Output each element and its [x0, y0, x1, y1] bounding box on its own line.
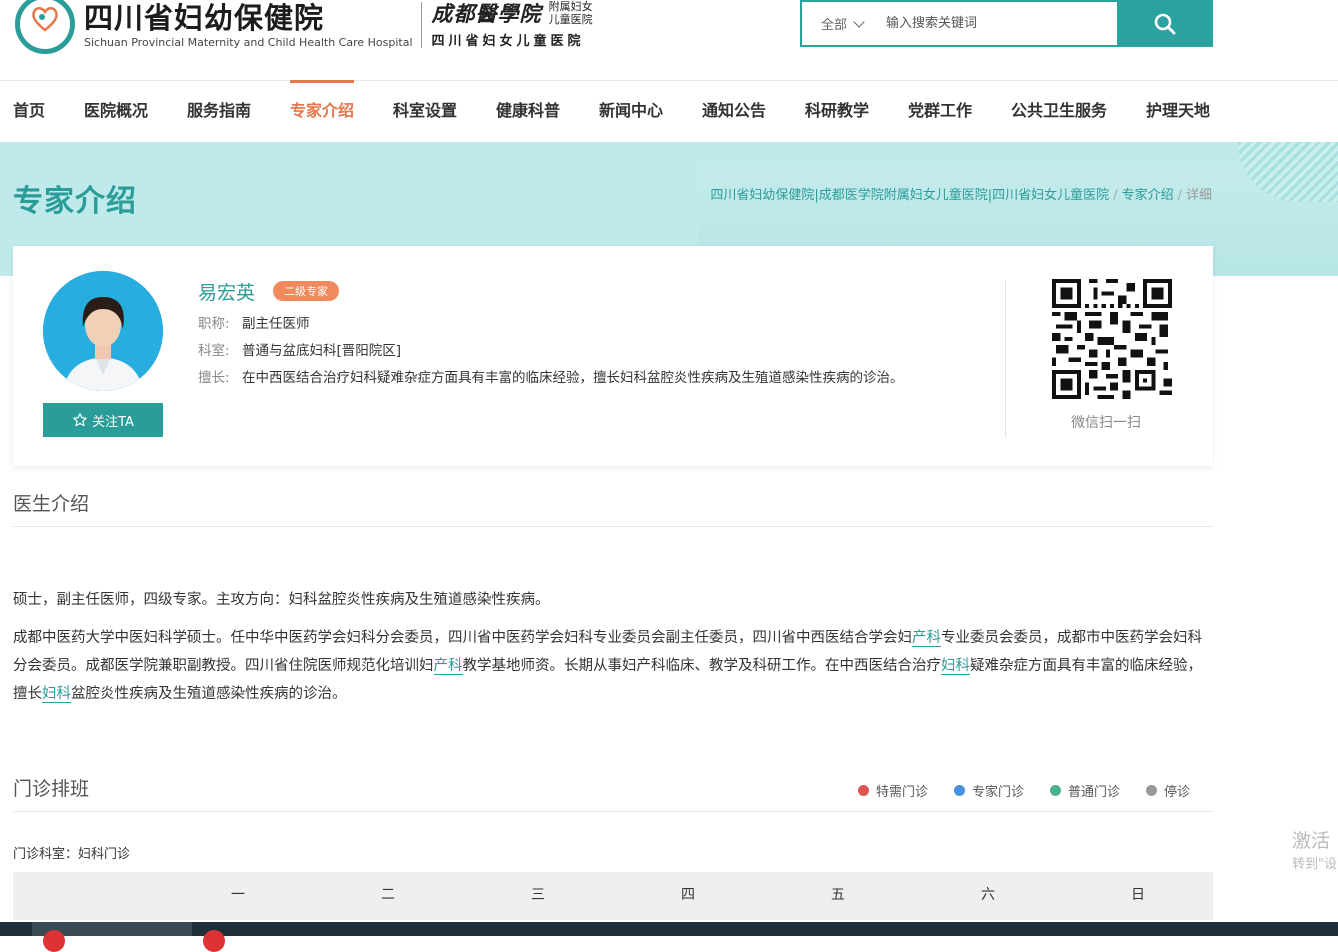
doctor-name: 易宏英 — [198, 282, 256, 304]
legend-label: 专家门诊 — [972, 785, 1025, 800]
doctor-specialty-row: 擅长: 在中西医结合治疗妇科疑难杂症方面具有丰富的临床经验，擅长妇科盆腔炎性疾病… — [198, 365, 954, 392]
follow-button[interactable]: 关注TA — [43, 403, 163, 437]
chevron-down-icon — [853, 15, 865, 28]
specialty-key: 擅长: — [198, 370, 230, 386]
schedule-weekday-header: 一 二 三 四 五 六 日 — [13, 872, 1213, 920]
intro-section-title: 医生介绍 — [13, 493, 90, 515]
schedule-divider — [13, 811, 1213, 812]
doctor-title-row: 职称: 副主任医师 — [198, 312, 954, 337]
legend-item-suspended: 停诊 — [1146, 781, 1190, 800]
intro-divider — [13, 526, 1213, 527]
schedule-dept-label: 门诊科室：妇科门诊 — [13, 847, 131, 862]
intro-text: 成都中医药大学中医妇科学硕士。任中华中医药学会妇科分会委员，四川省中医药学会妇科… — [13, 630, 912, 646]
nav-item-public-health[interactable]: 公共卫生服务 — [1011, 80, 1107, 140]
weekday-sun: 日 — [1131, 887, 1145, 903]
activation-watermark: 激活 — [1292, 830, 1331, 852]
weekday-wed: 三 — [531, 887, 545, 903]
logo-chinese-name: 四川省妇幼保健院 — [84, 1, 325, 35]
weekday-tue: 二 — [381, 887, 395, 903]
legend-item-general: 普通门诊 — [1050, 781, 1120, 800]
page-title: 专家介绍 — [13, 184, 137, 219]
qr-label: 微信扫一扫 — [1071, 415, 1141, 431]
weekday-fri: 五 — [831, 887, 845, 903]
search-scope-value: 全部 — [820, 18, 847, 33]
intro-text: 盆腔炎性疾病及生殖道感染性疾病的诊治。 — [71, 686, 347, 702]
college-affiliate: 附属妇女 儿童医院 — [548, 0, 593, 26]
nav-item-news[interactable]: 新闻中心 — [599, 80, 663, 140]
hospital-logo[interactable]: 四川省妇幼保健院 Sichuan Provincial Maternity an… — [14, 0, 593, 58]
schedule-section-title: 门诊排班 — [13, 778, 90, 800]
college-script-name: 成都醫學院 — [431, 1, 542, 26]
legend-dot — [1050, 785, 1062, 796]
legend-dot — [1146, 785, 1158, 796]
intro-text: 教学基地师资。长期从事妇产科临床、教学及科研工作。在中西医结合治疗 — [462, 658, 942, 674]
dept-key: 科室: — [198, 343, 230, 359]
keyword-link[interactable]: 产科 — [912, 630, 941, 647]
keyword-link[interactable]: 产科 — [433, 658, 463, 675]
nav-item-health-education[interactable]: 健康科普 — [496, 80, 560, 140]
search-button[interactable] — [1117, 0, 1213, 47]
breadcrumb-experts[interactable]: 专家介绍 — [1122, 188, 1174, 203]
weekday-thu: 四 — [681, 887, 695, 903]
expert-level-badge: 二级专家 — [273, 281, 339, 301]
title-key: 职称: — [198, 316, 230, 332]
card-divider — [1005, 280, 1006, 438]
hospital-full-name: 四川省妇女儿童医院 — [431, 34, 585, 49]
taskbar-app-icon[interactable] — [43, 930, 65, 952]
follow-button-label: 关注TA — [92, 414, 134, 430]
specialty-value: 在中西医结合治疗妇科疑难杂症方面具有丰富的临床经验，擅长妇科盆腔炎性疾病及生殖道… — [242, 370, 904, 386]
legend-dot — [858, 785, 869, 796]
keyword-link[interactable]: 妇科 — [941, 658, 970, 675]
college-logo: 成都醫學院 附属妇女 儿童医院 四川省妇女儿童医院 — [432, 0, 593, 49]
nav-item-nursing[interactable]: 护理天地 — [1146, 80, 1210, 140]
taskbar-app-icon[interactable] — [203, 930, 225, 952]
search-bar: 全部 — [800, 0, 1213, 47]
doctor-avatar — [43, 271, 163, 391]
breadcrumb-current: 详细 — [1185, 188, 1212, 203]
weekday-mon: 一 — [231, 887, 245, 903]
logo-english-name: Sichuan Provincial Maternity and Child H… — [84, 36, 413, 49]
search-scope-select[interactable]: 全部 — [802, 2, 882, 45]
legend-item-special: 特需门诊 — [858, 781, 928, 800]
legend-item-expert: 专家门诊 — [954, 781, 1024, 800]
nav-item-about[interactable]: 医院概况 — [84, 80, 148, 140]
main-nav: 首页 医院概况 服务指南 专家介绍 科室设置 健康科普 新闻中心 通知公告 科研… — [0, 80, 1338, 142]
legend-label: 特需门诊 — [876, 785, 929, 800]
star-icon — [73, 413, 87, 427]
intro-paragraph-1: 硕士，副主任医师，四级专家。主攻方向：妇科盆腔炎性疾病及生殖道感染性疾病。 — [13, 592, 550, 608]
activation-watermark-hint: 转到"设 — [1292, 857, 1337, 872]
doctor-card: 关注TA 易宏英 二级专家 职称: 副主任医师 科室: 普通与盆底妇科[晋阳院区… — [13, 246, 1213, 466]
nav-item-party[interactable]: 党群工作 — [908, 80, 972, 140]
legend-dot — [954, 785, 966, 796]
weekday-sat: 六 — [981, 887, 995, 903]
search-input[interactable] — [882, 2, 1117, 45]
doctor-dept-row: 科室: 普通与盆底妇科[晋阳院区] — [198, 339, 954, 364]
wechat-qr-code — [1052, 279, 1172, 399]
legend-label: 普通门诊 — [1068, 785, 1121, 800]
nav-item-departments[interactable]: 科室设置 — [393, 80, 457, 140]
intro-paragraph-2: 成都中医药大学中医妇科学硕士。任中华中医药学会妇科分会委员，四川省中医药学会妇科… — [13, 624, 1213, 708]
breadcrumb: 四川省妇幼保健院|成都医学院附属妇女儿童医院|四川省妇女儿童医院 / 专家介绍 / 详细 — [710, 188, 1212, 203]
nav-item-notices[interactable]: 通知公告 — [702, 80, 766, 140]
logo-divider — [420, 2, 422, 48]
nav-item-experts[interactable]: 专家介绍 — [290, 80, 355, 140]
breadcrumb-home[interactable]: 四川省妇幼保健院|成都医学院附属妇女儿童医院|四川省妇女儿童医院 — [710, 188, 1109, 203]
dept-value: 普通与盆底妇科[晋阳院区] — [242, 343, 402, 359]
schedule-legend: 特需门诊 专家门诊 普通门诊 停诊 — [858, 781, 1190, 800]
os-taskbar — [0, 922, 1338, 952]
logo-emblem-icon — [14, 0, 76, 58]
nav-item-service-guide[interactable]: 服务指南 — [187, 80, 251, 140]
keyword-link[interactable]: 妇科 — [42, 686, 71, 703]
title-value: 副主任医师 — [242, 316, 310, 332]
legend-label: 停诊 — [1164, 785, 1191, 800]
nav-item-research[interactable]: 科研教学 — [805, 80, 869, 140]
search-icon — [1154, 13, 1176, 34]
nav-item-home[interactable]: 首页 — [13, 80, 45, 140]
